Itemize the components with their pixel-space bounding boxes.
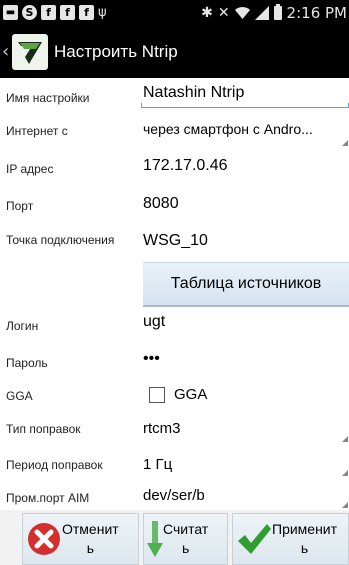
wifi-icon <box>234 6 250 19</box>
dropdown-corner-icon <box>342 436 348 442</box>
dropdown-corner-icon <box>342 470 348 476</box>
bluetooth-icon: ✱ <box>201 4 213 21</box>
dropdown-corner-icon <box>342 140 348 146</box>
login-input[interactable]: ugt <box>143 313 346 331</box>
password-input[interactable]: ••• <box>143 350 346 368</box>
action-bar: ‹ Настроить Ntrip <box>0 25 349 78</box>
ip-input[interactable]: 172.17.0.46 <box>143 157 346 175</box>
gga-checkbox-label[interactable]: GGA <box>174 386 207 403</box>
cancel-button-label: Отменит ь <box>62 521 119 556</box>
bottom-button-bar: Отменит ь Считат ь Применит ь <box>0 510 349 565</box>
aim-port-select[interactable]: dev/ser/b <box>143 487 339 504</box>
cancel-icon <box>28 523 60 555</box>
read-button-label: Считат ь <box>163 521 209 556</box>
aim-port-label: Пром.порт AIM <box>6 491 90 505</box>
download-arrow-icon <box>147 521 163 557</box>
port-input[interactable]: 8080 <box>143 195 346 213</box>
login-label: Логин <box>6 319 39 333</box>
signal-icon <box>254 5 269 20</box>
internet-select[interactable]: через смартфон с Andro... <box>143 121 341 137</box>
facebook-icon: f <box>41 5 56 20</box>
mountpoint-input[interactable]: WSG_10 <box>143 232 346 250</box>
page-title: Настроить Ntrip <box>54 41 178 61</box>
name-label: Имя настройки <box>6 91 90 105</box>
gga-label: GGA <box>6 389 33 403</box>
correction-type-select[interactable]: rtcm3 <box>143 420 339 437</box>
password-label: Пароль <box>6 356 48 370</box>
port-label: Порт <box>6 199 34 213</box>
correction-type-label: Тип поправок <box>6 422 81 436</box>
correction-period-select[interactable]: 1 Гц <box>143 456 339 473</box>
app-logo-icon[interactable] <box>12 33 48 70</box>
back-icon[interactable]: ‹ <box>2 41 10 62</box>
ip-label: IP адрес <box>6 162 54 176</box>
read-button[interactable]: Считат ь <box>143 513 228 565</box>
status-time: 2:16 PM <box>286 3 347 22</box>
mute-icon: ✕ <box>217 4 230 21</box>
facebook-icon: f <box>60 5 75 20</box>
facebook-icon: f <box>79 5 94 20</box>
internet-label: Интернет с <box>6 124 68 138</box>
sources-table-button[interactable]: Таблица источников <box>143 262 349 307</box>
skype-icon: S <box>22 5 37 20</box>
messages-icon: ▬ <box>3 5 18 20</box>
correction-period-label: Период поправок <box>6 458 103 472</box>
dropdown-corner-icon <box>342 502 348 508</box>
battery-icon <box>273 3 282 20</box>
apply-button-label: Применит ь <box>272 521 338 556</box>
apply-button[interactable]: Применит ь <box>232 513 349 565</box>
status-bar: ▬ S f f f ψ ✱ ✕ 2:16 PM <box>0 0 349 25</box>
mountpoint-label: Точка подключения <box>6 233 115 247</box>
usb-icon: ψ <box>98 5 107 20</box>
name-input-underline <box>141 103 349 108</box>
name-input[interactable]: Natashin Ntrip <box>143 84 346 102</box>
cancel-button[interactable]: Отменит ь <box>22 513 139 565</box>
checkmark-icon <box>238 524 271 554</box>
gga-checkbox[interactable] <box>149 387 165 403</box>
